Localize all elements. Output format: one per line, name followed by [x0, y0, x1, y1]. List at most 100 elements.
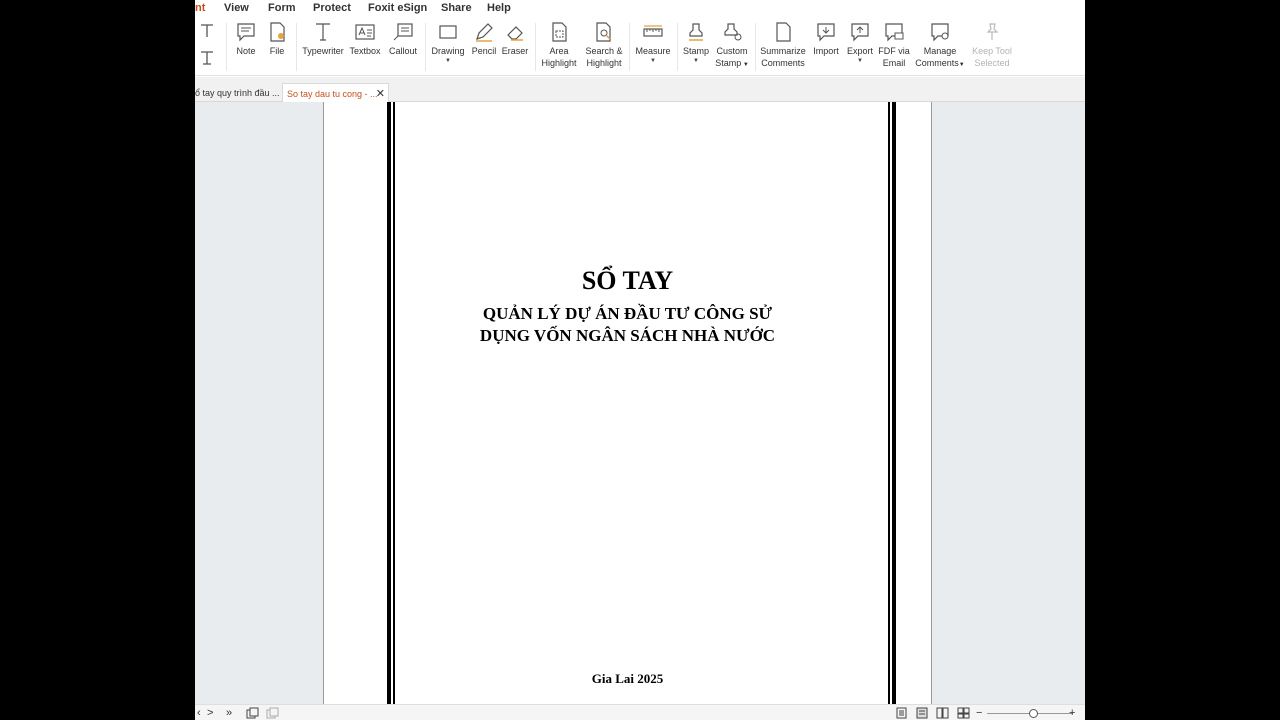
right-border-line-inner	[888, 102, 890, 704]
last-page-button[interactable]: »	[226, 706, 232, 720]
document-subtitle-line-2: DỤNG VỐN NGÂN SÁCH NHÀ NƯỚC	[479, 326, 776, 345]
tab-label: ổ tay quy trình đầu ...	[195, 88, 280, 98]
text-tool-icon[interactable]	[199, 23, 215, 39]
export-dropdown[interactable]: Export ▼	[845, 17, 875, 75]
comment-toolbar: Note File Typewriter Textbox Callout Dra…	[195, 17, 1085, 76]
export-label: Export	[846, 46, 873, 56]
continuous-view-icon[interactable]	[916, 707, 928, 720]
next-page-button[interactable]: >	[207, 706, 213, 720]
document-subtitle-line-1: QUẢN LÝ DỰ ÁN ĐẦU TƯ CÔNG SỬ	[482, 304, 773, 323]
chevron-down-icon: ▼	[650, 58, 656, 64]
area-highlight-label-1: Area	[549, 46, 569, 56]
pencil-button[interactable]: Pencil	[470, 17, 498, 75]
stamp-label: Stamp	[682, 46, 709, 56]
area-highlight-label-2: Highlight	[541, 58, 577, 68]
search-highlight-button[interactable]: Search & Highlight	[583, 17, 625, 75]
right-border-line-outer	[892, 102, 896, 704]
foxit-window: nt View Form Protect Foxit eSign Share H…	[195, 0, 1085, 720]
facing-view-icon[interactable]	[936, 707, 949, 720]
measure-label: Measure	[635, 46, 671, 56]
stamp-dropdown[interactable]: Stamp ▼	[682, 17, 710, 75]
tab-so-tay-dau-tu-cong[interactable]: So tay dau tu cong - ... ✕	[282, 83, 389, 102]
custom-stamp-dropdown[interactable]: Custom Stamp ▼	[714, 17, 750, 75]
zoom-out-button[interactable]: −	[976, 706, 982, 720]
zoom-in-button[interactable]: +	[1069, 706, 1075, 720]
search-highlight-icon	[593, 21, 615, 43]
pencil-icon	[473, 21, 495, 43]
menu-protect[interactable]: Protect	[313, 2, 351, 14]
keep-tool-selected-button[interactable]: Keep Tool Selected	[970, 17, 1014, 75]
chevron-left-icon[interactable]: ‹	[197, 706, 201, 720]
import-icon	[815, 21, 837, 43]
copy-page-icon[interactable]	[246, 707, 259, 720]
callout-label: Callout	[388, 46, 417, 56]
status-bar: ‹ > » − +	[195, 704, 1085, 720]
textbox-button[interactable]: Textbox	[349, 17, 381, 75]
rectangle-icon	[437, 21, 459, 43]
duplicate-page-icon[interactable]	[266, 707, 279, 720]
close-icon[interactable]: ✕	[376, 87, 385, 100]
callout-icon	[392, 21, 414, 43]
ruler-icon	[642, 21, 664, 43]
document-footer: Gia Lai 2025	[591, 671, 664, 686]
import-button[interactable]: Import	[811, 17, 841, 75]
file-attachment-button[interactable]: File	[265, 17, 289, 75]
zoom-slider-thumb[interactable]	[1029, 709, 1039, 718]
note-icon	[235, 21, 257, 43]
note-label: Note	[236, 46, 256, 56]
document-tab-bar: ổ tay quy trình đầu ... So tay dau tu co…	[195, 77, 1085, 102]
import-label: Import	[813, 46, 839, 56]
drawing-label: Drawing	[431, 46, 465, 56]
textbox-icon	[354, 21, 376, 43]
chevron-down-icon: ▼	[857, 58, 863, 64]
manage-comments-label-2: Comments▼	[915, 58, 965, 68]
summarize-comments-button[interactable]: Summarize Comments	[759, 17, 807, 75]
area-highlight-button[interactable]: Area Highlight	[539, 17, 579, 75]
drawing-dropdown[interactable]: Drawing ▼	[430, 17, 466, 75]
eraser-button[interactable]: Eraser	[501, 17, 529, 75]
note-tool-button[interactable]: Note	[233, 17, 259, 75]
document-viewer[interactable]: SỔ TAY QUẢN LÝ DỰ ÁN ĐẦU TƯ CÔNG SỬ DỤNG…	[195, 102, 1085, 704]
left-border-line-outer	[387, 102, 391, 704]
zoom-slider[interactable]	[987, 709, 1073, 718]
search-highlight-label-1: Search &	[585, 46, 623, 56]
fdf-via-email-button[interactable]: FDF via Email	[878, 17, 910, 75]
continuous-facing-view-icon[interactable]	[957, 707, 970, 720]
keep-tool-label-1: Keep Tool	[972, 46, 1012, 56]
menu-foxit-esign[interactable]: Foxit eSign	[368, 2, 427, 14]
menu-help[interactable]: Help	[487, 2, 511, 14]
manage-comments-label-1: Manage	[923, 46, 957, 56]
export-icon	[849, 21, 871, 43]
menu-form[interactable]: Form	[268, 2, 296, 14]
file-attach-icon	[266, 21, 288, 43]
summarize-label-1: Summarize	[760, 46, 806, 56]
menu-share[interactable]: Share	[441, 2, 472, 14]
chevron-down-icon: ▼	[693, 58, 699, 64]
stamp-icon	[685, 21, 707, 43]
search-highlight-label-2: Highlight	[586, 58, 622, 68]
pin-icon	[981, 21, 1003, 43]
custom-stamp-icon	[721, 21, 743, 43]
menu-comment[interactable]: nt	[195, 2, 205, 14]
typewriter-button[interactable]: Typewriter	[301, 17, 345, 75]
pencil-label: Pencil	[471, 46, 497, 56]
menu-view[interactable]: View	[224, 2, 249, 14]
callout-button[interactable]: Callout	[387, 17, 419, 75]
eraser-icon	[504, 21, 526, 43]
tab-so-tay-quy-trinh[interactable]: ổ tay quy trình đầu ...	[195, 83, 281, 102]
area-highlight-icon	[548, 21, 570, 43]
textbox-label: Textbox	[349, 46, 381, 56]
measure-dropdown[interactable]: Measure ▼	[634, 17, 672, 75]
single-page-view-icon[interactable]	[896, 707, 907, 720]
typewriter-label: Typewriter	[302, 46, 344, 56]
file-label: File	[269, 46, 285, 56]
summarize-icon	[772, 21, 794, 43]
custom-stamp-label-text: Stamp	[715, 58, 742, 68]
typewriter-icon	[312, 21, 334, 43]
fdf-email-label-2: Email	[882, 58, 906, 68]
manage-comments-label-text: Comments	[915, 58, 959, 68]
custom-stamp-label-1: Custom	[716, 46, 748, 56]
manage-comments-dropdown[interactable]: Manage Comments▼	[914, 17, 966, 75]
chevron-down-icon: ▼	[445, 58, 451, 64]
text-tool-2-icon[interactable]	[199, 50, 215, 66]
